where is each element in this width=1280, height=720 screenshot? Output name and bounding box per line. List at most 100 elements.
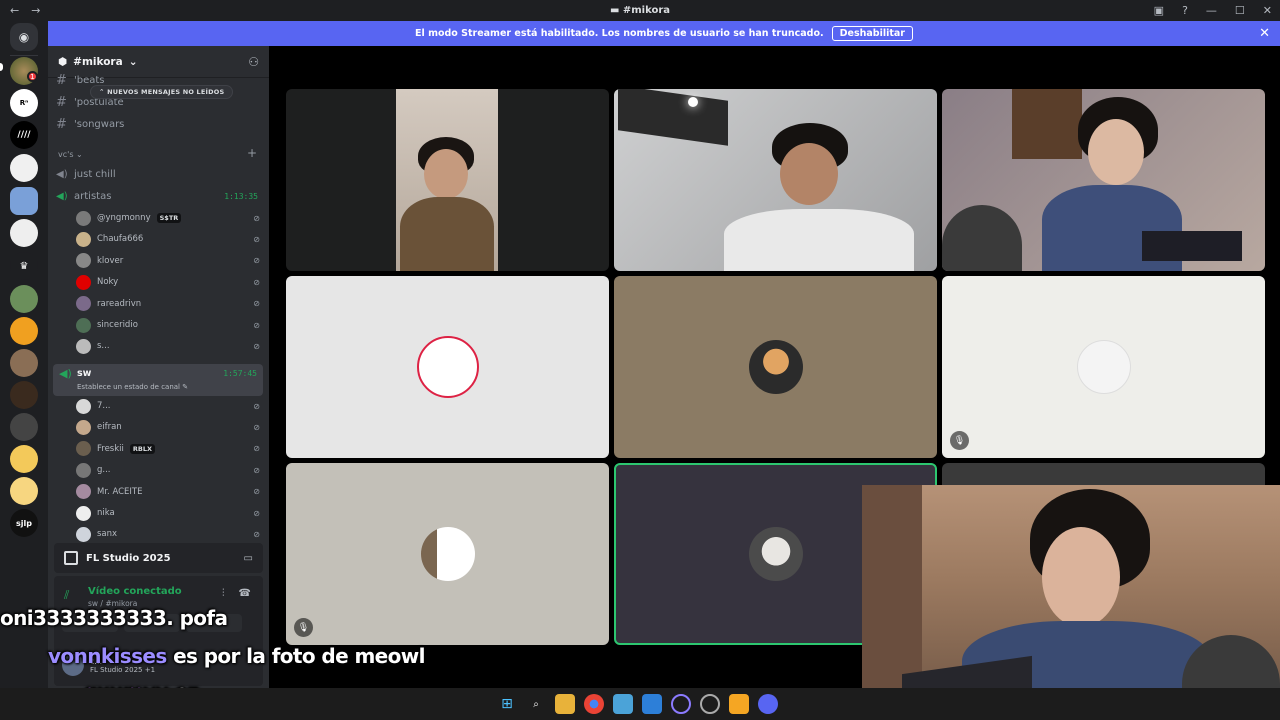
app-icon[interactable] <box>671 694 691 714</box>
close-window-icon[interactable]: ✕ <box>1263 4 1272 17</box>
chair <box>942 205 1022 271</box>
channel-songwars[interactable]: # 'songwars <box>56 114 124 134</box>
search-icon[interactable]: ⌕ <box>526 694 546 714</box>
taskbar-icons: ⊞ ⌕ <box>497 694 778 714</box>
voice-user[interactable]: Mr. ACEITE ⊘ <box>76 482 260 502</box>
muted-mic-icon: ⊘ <box>253 341 260 351</box>
streamer-mode-banner: El modo Streamer está habilitado. Los no… <box>48 21 1280 46</box>
category-vcs[interactable]: vc's ⌄ <box>58 150 83 159</box>
voice-user[interactable]: sanx ⊘ <box>76 524 260 544</box>
video-tile-7[interactable]: 🎙︎ <box>286 463 609 645</box>
voice-user[interactable]: s... ⊘ <box>76 336 260 356</box>
muted-mic-icon: ⊘ <box>253 256 260 266</box>
user-name: rareadrivn <box>97 298 142 309</box>
inbox-icon[interactable]: ▣ <box>1154 4 1164 17</box>
video-tile-6[interactable]: 🎙︎ <box>942 276 1265 458</box>
close-banner-icon[interactable]: ✕ <box>1259 26 1270 41</box>
maximize-icon[interactable]: ☐ <box>1235 4 1245 17</box>
server-avatar-12[interactable] <box>10 413 38 441</box>
server-avatar-4[interactable] <box>10 154 38 182</box>
disconnect-icon[interactable]: ☎ <box>239 588 251 599</box>
nav-buttons: ← → <box>0 4 40 17</box>
activity-card[interactable]: FL Studio 2025 ▭ <box>54 543 263 573</box>
add-member-icon[interactable]: ⚇ <box>248 55 259 69</box>
voice-channel-artistas[interactable]: ◀) artistas 1:13:35 <box>56 186 262 206</box>
server-avatar-14[interactable] <box>10 477 38 505</box>
hash-icon: # <box>56 94 67 110</box>
server-avatar-9[interactable] <box>10 317 38 345</box>
voice-user[interactable]: klover ⊘ <box>76 251 260 271</box>
video-tile-3[interactable] <box>942 89 1265 271</box>
chrome-icon[interactable] <box>584 694 604 714</box>
server-avatar-8[interactable] <box>10 285 38 313</box>
voice-user[interactable]: Chaufa666 ⊘ <box>76 229 260 249</box>
voice-channel-label: sw <box>77 368 92 379</box>
muted-mic-icon: ⊘ <box>253 401 260 411</box>
voice-user[interactable]: rareadrivn ⊘ <box>76 294 260 314</box>
voice-user[interactable]: g... ⊘ <box>76 460 260 480</box>
muted-mic-icon: ⊘ <box>253 508 260 518</box>
signal-icon: ⫽ <box>64 588 70 602</box>
voice-user[interactable]: eifran ⊘ <box>76 417 260 437</box>
avatar <box>416 336 479 398</box>
user-name: Chaufa666 <box>97 234 144 245</box>
photos-icon[interactable] <box>642 694 662 714</box>
video-tile-5[interactable] <box>614 276 937 458</box>
voice-user[interactable]: Noky ⊘ <box>76 272 260 292</box>
video-tile-2[interactable] <box>614 89 937 271</box>
voice-channel-just-chill[interactable]: ◀) just chill <box>56 164 262 184</box>
avatar <box>76 419 91 435</box>
channel-status-prompt[interactable]: Establece un estado de canal ✎ <box>77 383 188 391</box>
new-unread-messages-pill[interactable]: ⌃ NUEVOS MENSAJES NO LEÍDOS <box>90 85 234 99</box>
rail-divider <box>10 55 38 56</box>
video-tile-4[interactable] <box>286 276 609 458</box>
obs-icon[interactable] <box>700 694 720 714</box>
server-avatar-2[interactable]: Rⁿ <box>10 89 38 117</box>
help-icon[interactable]: ? <box>1182 4 1188 17</box>
server-avatar-5[interactable] <box>10 187 38 215</box>
video-tile-1[interactable] <box>286 89 609 271</box>
disable-streamer-button[interactable]: Deshabilitar <box>831 26 913 41</box>
voice-channel-sw[interactable]: ◀) sw Establece un estado de canal ✎ 1:5… <box>53 364 263 396</box>
chat-text: . pofa <box>166 606 228 630</box>
screen-share-icon[interactable]: ▭ <box>244 553 253 564</box>
create-channel-icon[interactable]: + <box>247 146 257 160</box>
file-explorer-icon[interactable] <box>555 694 575 714</box>
avatar <box>76 505 91 521</box>
person-face <box>424 149 468 199</box>
server-avatar-11[interactable] <box>10 381 38 409</box>
forward-arrow-icon[interactable]: → <box>31 4 40 17</box>
soundboard-icon[interactable]: ⫶ <box>222 588 225 599</box>
minimize-icon[interactable]: — <box>1206 4 1217 17</box>
server-avatar-sjlp[interactable]: sjlp <box>10 509 38 537</box>
user-name: sanx <box>97 529 118 540</box>
voice-connection-panel: ⫽ Vídeo conectado sw / #mikora ⫶ ☎ c... … <box>54 576 263 686</box>
voice-user[interactable]: @yngmonny S$TR ⊘ <box>76 208 260 228</box>
ceiling-light <box>688 97 698 107</box>
server-avatar-10[interactable] <box>10 349 38 377</box>
voice-user[interactable]: sinceridio ⊘ <box>76 315 260 335</box>
voice-user[interactable]: nika ⊘ <box>76 503 260 523</box>
discord-home-icon[interactable]: ◉ <box>10 23 38 51</box>
user-name: nika <box>97 508 115 518</box>
voice-timer: 1:13:35 <box>224 191 258 201</box>
title-bar: ← → ▬ #mikora ▣ ? — ☐ ✕ <box>0 0 1280 21</box>
unread-pill-indicator <box>0 63 3 71</box>
server-avatar-13[interactable] <box>10 445 38 473</box>
midi-keyboard <box>1142 231 1242 261</box>
user-name: eifran <box>97 422 122 433</box>
avatar <box>76 462 91 478</box>
fl-studio-icon[interactable] <box>729 694 749 714</box>
server-avatar-7[interactable]: ♛ <box>10 252 38 280</box>
server-avatar-6[interactable] <box>10 219 38 247</box>
unread-pill-label: NUEVOS MENSAJES NO LEÍDOS <box>107 88 225 96</box>
voice-user[interactable]: 7... ⊘ <box>76 396 260 416</box>
discord-icon[interactable] <box>758 694 778 714</box>
start-menu-icon[interactable]: ⊞ <box>497 694 517 714</box>
voice-timer: 1:57:45 <box>223 369 257 378</box>
notepad-icon[interactable] <box>613 694 633 714</box>
server-avatar-3[interactable]: //// <box>10 121 38 149</box>
back-arrow-icon[interactable]: ← <box>10 4 19 17</box>
voice-user[interactable]: Freskii RBLX ⊘ <box>76 439 260 459</box>
person-face <box>1042 527 1120 627</box>
